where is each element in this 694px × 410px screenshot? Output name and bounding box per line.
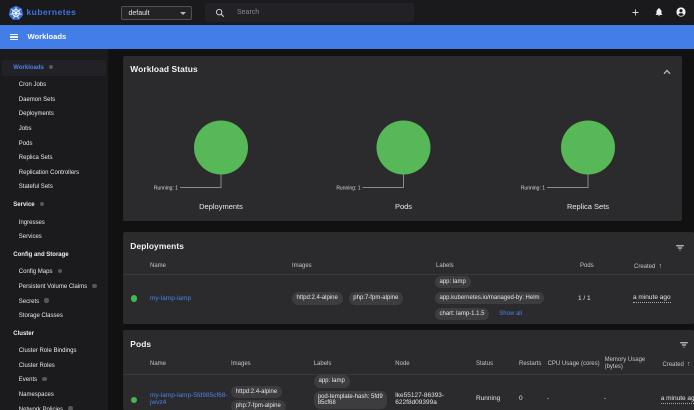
svg-text:Running: 1: Running: 1 (154, 186, 178, 192)
svg-text:Running: 1: Running: 1 (521, 186, 545, 192)
svg-text:Running: 1: Running: 1 (336, 186, 360, 192)
